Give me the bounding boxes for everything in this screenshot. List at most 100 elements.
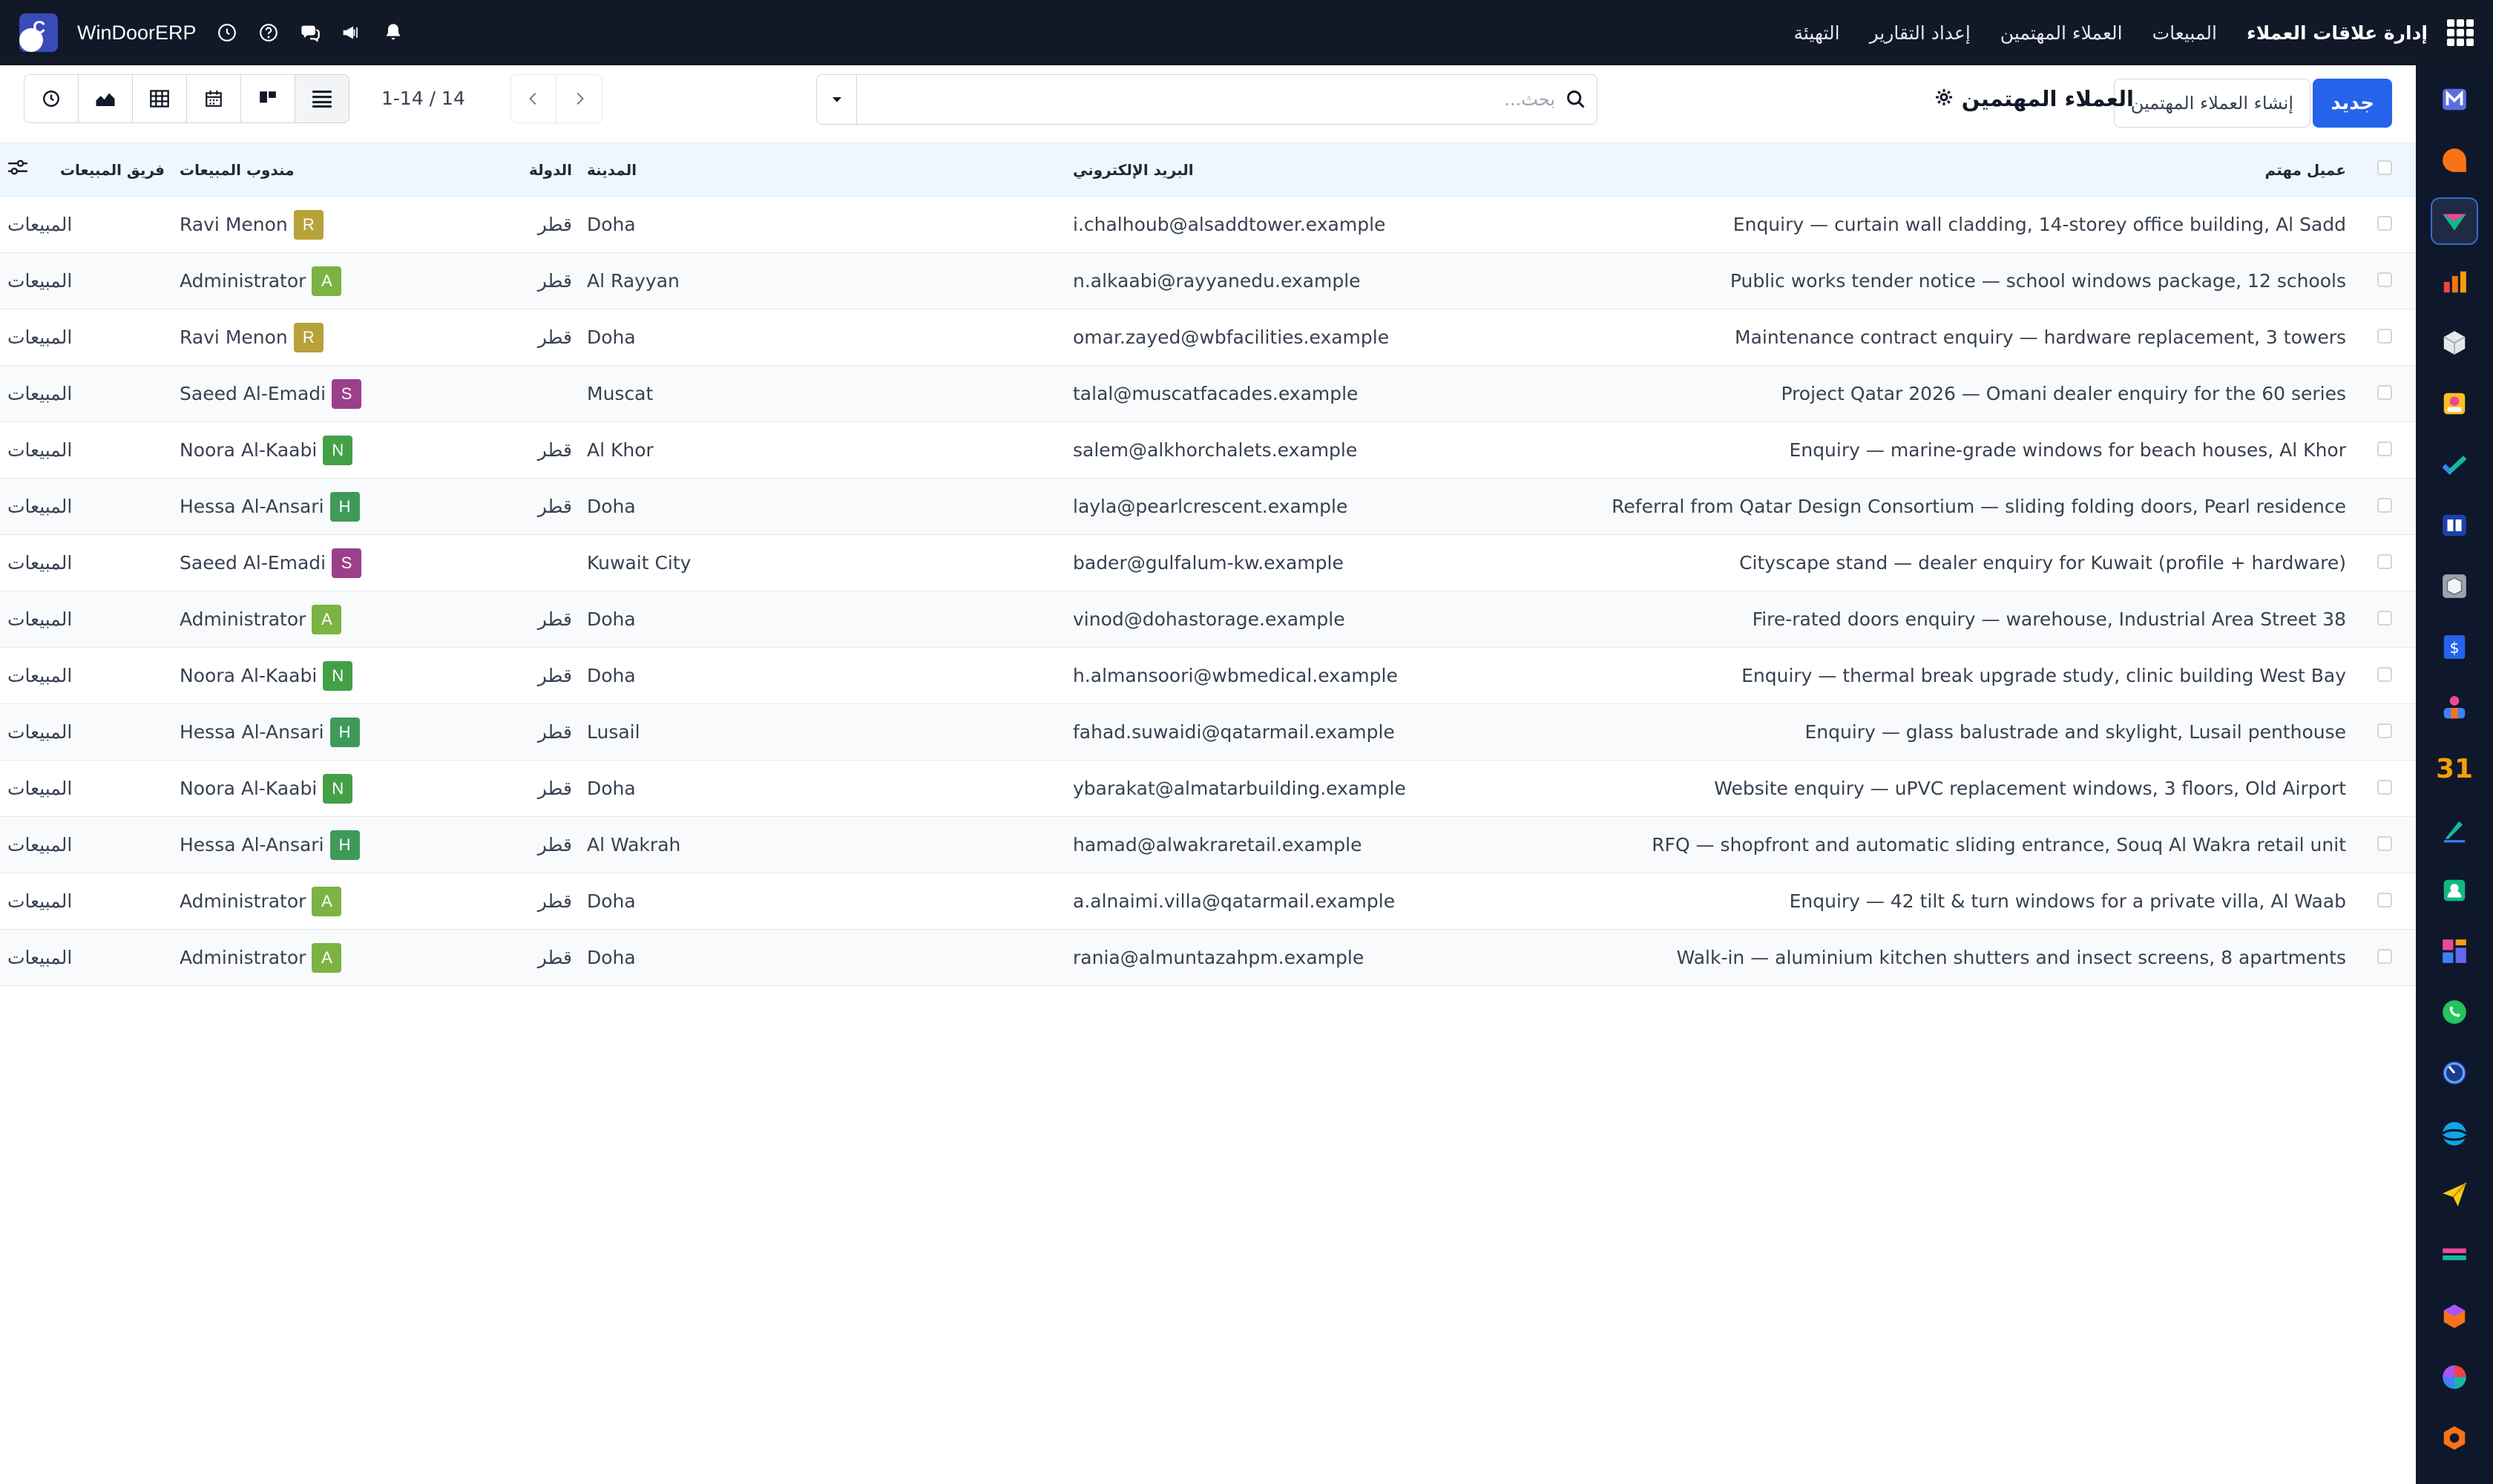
lead-name-cell[interactable]: Enquiry — 42 tilt & turn windows for a p… — [1560, 873, 2354, 930]
lead-name-cell[interactable]: Walk-in — aluminium kitchen shutters and… — [1560, 930, 2354, 986]
lead-name-cell[interactable]: Referral from Qatar Design Consortium — … — [1560, 479, 2354, 535]
search-input[interactable] — [857, 77, 1555, 122]
table-row[interactable]: Website enquiry — uPVC replacement windo… — [0, 761, 2416, 817]
lead-name-cell[interactable]: Maintenance contract enquiry — hardware … — [1560, 309, 2354, 366]
sales-team-cell[interactable]: المبيعات — [0, 930, 172, 986]
pager-value[interactable]: 1-14 / 14 — [381, 88, 465, 109]
row-checkbox[interactable] — [2354, 366, 2416, 422]
email-cell[interactable]: hamad@alwakraretail.example — [1065, 817, 1560, 873]
row-checkbox[interactable] — [2354, 479, 2416, 535]
planning-app-icon[interactable] — [2431, 1353, 2478, 1401]
table-row[interactable]: RFQ — shopfront and automatic sliding en… — [0, 816, 2416, 873]
lead-name-cell[interactable]: RFQ — shopfront and automatic sliding en… — [1560, 817, 2354, 873]
table-row[interactable]: Walk-in — aluminium kitchen shutters and… — [0, 929, 2416, 986]
email-cell[interactable]: n.alkaabi@rayyanedu.example — [1065, 253, 1560, 309]
list-view-button[interactable] — [295, 74, 349, 123]
optional-columns-icon[interactable] — [7, 159, 28, 180]
country-cell[interactable]: قطر — [409, 309, 579, 366]
calendar-app-icon[interactable]: 31 — [2431, 745, 2478, 792]
gear-icon[interactable] — [1935, 86, 1953, 111]
column-city[interactable]: المدينة — [579, 143, 1065, 197]
megaphone-icon[interactable] — [341, 22, 363, 44]
table-row[interactable]: Public works tender notice — school wind… — [0, 252, 2416, 309]
salesperson-cell[interactable]: A Administrator — [172, 873, 409, 930]
row-checkbox[interactable] — [2354, 591, 2416, 648]
search-options-toggle[interactable] — [817, 75, 857, 124]
row-checkbox[interactable] — [2354, 422, 2416, 479]
city-cell[interactable]: Doha — [579, 761, 1065, 817]
table-row[interactable]: Project Qatar 2026 — Omani dealer enquir… — [0, 365, 2416, 422]
country-cell[interactable]: قطر — [409, 761, 579, 817]
whatsapp-app-icon[interactable] — [2431, 988, 2478, 1036]
salesperson-cell[interactable]: H Hessa Al-Ansari — [172, 817, 409, 873]
email-cell[interactable]: omar.zayed@wbfacilities.example — [1065, 309, 1560, 366]
create-leads-button[interactable]: إنشاء العملاء المهتمين — [2113, 79, 2310, 128]
select-all-checkbox[interactable] — [2354, 143, 2416, 197]
email-marketing-app-icon[interactable] — [2431, 1171, 2478, 1218]
employees-app-icon[interactable] — [2431, 684, 2478, 732]
table-row[interactable]: Enquiry — thermal break upgrade study, c… — [0, 648, 2416, 704]
lead-name-cell[interactable]: Enquiry — glass balustrade and skylight,… — [1560, 704, 2354, 761]
menu-reporting[interactable]: إعداد التقارير — [1870, 22, 1971, 44]
company-name[interactable]: WinDoorERP — [77, 22, 197, 45]
row-checkbox[interactable] — [2354, 873, 2416, 930]
country-cell[interactable]: قطر — [409, 422, 579, 479]
lead-name-cell[interactable]: Fire-rated doors enquiry — warehouse, In… — [1560, 591, 2354, 648]
sales-team-cell[interactable]: المبيعات — [0, 253, 172, 309]
table-row[interactable]: Maintenance contract enquiry — hardware … — [0, 309, 2416, 366]
city-cell[interactable]: Al Khor — [579, 422, 1065, 479]
lead-name-cell[interactable]: Cityscape stand — dealer enquiry for Kuw… — [1560, 535, 2354, 591]
salesperson-cell[interactable]: N Noora Al-Kaabi — [172, 761, 409, 817]
country-cell[interactable]: قطر — [409, 817, 579, 873]
city-cell[interactable]: Doha — [579, 930, 1065, 986]
sign-app-icon[interactable] — [2431, 806, 2478, 853]
row-checkbox[interactable] — [2354, 535, 2416, 591]
city-cell[interactable]: Doha — [579, 479, 1065, 535]
city-cell[interactable]: Lusail — [579, 704, 1065, 761]
clock-icon[interactable] — [216, 22, 238, 44]
city-cell[interactable]: Al Rayyan — [579, 253, 1065, 309]
app-menu-icon[interactable] — [2447, 19, 2474, 46]
email-cell[interactable]: ybarakat@almatarbuilding.example — [1065, 761, 1560, 817]
graph-view-button[interactable] — [78, 74, 133, 123]
table-row[interactable]: Enquiry — glass balustrade and skylight,… — [0, 703, 2416, 761]
lead-name-cell[interactable]: Enquiry — curtain wall cladding, 14-stor… — [1560, 197, 2354, 253]
table-row[interactable]: Enquiry — 42 tilt & turn windows for a p… — [0, 873, 2416, 930]
sales-team-cell[interactable]: المبيعات — [0, 422, 172, 479]
sales-team-cell[interactable]: المبيعات — [0, 309, 172, 366]
knowledge-app-icon[interactable] — [2431, 502, 2478, 549]
country-cell[interactable] — [409, 535, 579, 591]
table-row[interactable]: Fire-rated doors enquiry — warehouse, In… — [0, 591, 2416, 648]
table-row[interactable]: Cityscape stand — dealer enquiry for Kuw… — [0, 535, 2416, 591]
lead-name-cell[interactable]: Website enquiry — uPVC replacement windo… — [1560, 761, 2354, 817]
lead-name-cell[interactable]: Enquiry — thermal break upgrade study, c… — [1560, 648, 2354, 704]
website-app-icon[interactable] — [2431, 1110, 2478, 1158]
salesperson-cell[interactable]: S Saeed Al-Emadi — [172, 535, 409, 591]
country-cell[interactable]: قطر — [409, 479, 579, 535]
contacts-card-app-icon[interactable] — [2431, 867, 2478, 914]
chat-icon[interactable] — [299, 22, 321, 44]
contacts-app-icon[interactable] — [2431, 380, 2478, 427]
column-salesperson[interactable]: مندوب المبيعات — [172, 143, 409, 197]
calendar-view-button[interactable] — [186, 74, 241, 123]
timer-app-icon[interactable] — [2431, 1049, 2478, 1097]
row-checkbox[interactable] — [2354, 704, 2416, 761]
new-button[interactable]: جديد — [2313, 79, 2392, 128]
sales-team-cell[interactable]: المبيعات — [0, 873, 172, 930]
project-app-icon[interactable] — [2431, 441, 2478, 488]
kanban-view-button[interactable] — [240, 74, 295, 123]
column-lead[interactable]: عميل مهتم — [1560, 143, 2354, 197]
crm-app-icon[interactable] — [2431, 197, 2478, 245]
column-country[interactable]: الدولة — [409, 143, 579, 197]
city-cell[interactable]: Kuwait City — [579, 535, 1065, 591]
lead-name-cell[interactable]: Enquiry — marine-grade windows for beach… — [1560, 422, 2354, 479]
column-email[interactable]: البريد الإلكتروني — [1065, 143, 1560, 197]
table-row[interactable]: Enquiry — marine-grade windows for beach… — [0, 422, 2416, 479]
country-cell[interactable]: قطر — [409, 648, 579, 704]
lead-name-cell[interactable]: Public works tender notice — school wind… — [1560, 253, 2354, 309]
email-cell[interactable]: layla@pearlcrescent.example — [1065, 479, 1560, 535]
salesperson-cell[interactable]: H Hessa Al-Ansari — [172, 704, 409, 761]
row-checkbox[interactable] — [2354, 817, 2416, 873]
modules-app-icon[interactable] — [2431, 1293, 2478, 1340]
salesperson-cell[interactable]: A Administrator — [172, 591, 409, 648]
